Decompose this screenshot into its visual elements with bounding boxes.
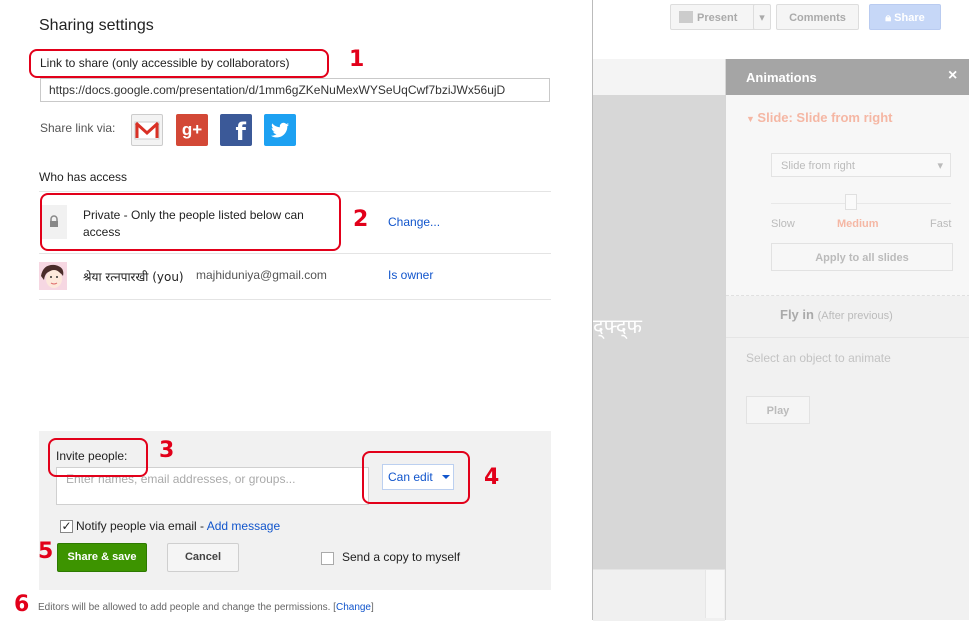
animation-list-item[interactable]: Fly in (After previous) — [780, 307, 893, 322]
annotation-number-6: 6 — [14, 592, 30, 617]
present-button[interactable]: Present — [670, 4, 758, 30]
present-label: Present — [697, 12, 738, 24]
slide-text: द्फ्द्फ — [593, 314, 642, 338]
divider — [39, 191, 551, 192]
close-icon[interactable]: × — [948, 67, 957, 85]
selected-animation-title[interactable]: ▼ Slide: Slide from right — [746, 110, 893, 125]
divider — [39, 299, 551, 300]
play-icon — [679, 11, 693, 23]
avatar — [39, 262, 67, 290]
speed-fast-label: Fast — [930, 218, 952, 230]
avatar-face-graphic — [39, 262, 67, 290]
animations-title: Animations — [746, 70, 817, 85]
twitter-bird-graphic — [271, 122, 289, 138]
owner-name: श्रेया रत्नपारखी (you) — [83, 270, 184, 284]
divider — [726, 337, 969, 338]
annotation-number-5: 5 — [38, 539, 54, 564]
annotation-number-1: 1 — [349, 47, 365, 72]
annotation-box-3 — [48, 438, 148, 477]
notify-text: Notify people via email - — [76, 519, 207, 533]
facebook-icon[interactable]: f — [220, 114, 252, 146]
cancel-button[interactable]: Cancel — [167, 543, 239, 572]
fly-in-label: Fly in — [780, 307, 814, 322]
lock-icon: 🔒︎ — [885, 12, 895, 24]
share-link-field[interactable]: https://docs.google.com/presentation/d/1… — [40, 78, 550, 102]
notes-scrollbar[interactable] — [705, 570, 724, 618]
fly-in-trigger: (After previous) — [817, 310, 893, 322]
owner-email: majhiduniya@gmail.com — [196, 268, 327, 282]
divider — [39, 253, 551, 254]
present-dropdown-button[interactable]: ▾ — [753, 4, 771, 30]
animations-header: Animations × — [726, 59, 969, 95]
annotation-number-3: 3 — [159, 438, 175, 463]
footer-note: Editors will be allowed to add people an… — [38, 602, 374, 613]
animations-panel: Animations × ▼ Slide: Slide from right S… — [725, 59, 969, 620]
play-button[interactable]: Play — [746, 396, 810, 424]
owner-role-link[interactable]: Is owner — [388, 268, 433, 282]
animation-type-dropdown[interactable]: Slide from right ▾ — [771, 153, 951, 177]
chevron-down-icon: ▾ — [759, 12, 765, 24]
chevron-down-icon: ▼ — [746, 114, 758, 124]
share-button[interactable]: 🔒︎ Share — [869, 4, 941, 30]
footer-note-text: Editors will be allowed to add people an… — [38, 602, 331, 613]
change-access-link[interactable]: Change... — [388, 215, 440, 229]
share-label: Share — [894, 12, 925, 24]
speed-slider-track[interactable] — [771, 203, 951, 204]
chevron-down-icon: ▾ — [937, 160, 943, 172]
who-has-access-heading: Who has access — [39, 170, 128, 184]
background-app: Present ▾ Comments 🔒︎ Share द्फ्द्फ Anim… — [593, 0, 969, 621]
share-via-label: Share link via: — [40, 121, 116, 135]
app-toolbar: Present ▾ Comments 🔒︎ Share — [593, 0, 969, 36]
apply-to-all-button[interactable]: Apply to all slides — [771, 243, 953, 271]
send-copy-checkbox[interactable] — [321, 552, 334, 565]
notify-checkbox[interactable]: ✓ — [60, 520, 73, 533]
select-object-hint: Select an object to animate — [746, 351, 891, 365]
google-plus-icon[interactable]: g+ — [176, 114, 208, 146]
canvas-top-strip — [593, 59, 725, 95]
speed-medium-label: Medium — [837, 218, 879, 230]
gmail-envelope-graphic — [134, 121, 160, 140]
footer-change-link[interactable]: Change — [336, 602, 371, 613]
gmail-icon[interactable] — [131, 114, 163, 146]
animation-detail-section: ▼ Slide: Slide from right Slide from rig… — [726, 95, 969, 296]
send-copy-label: Send a copy to myself — [342, 550, 461, 564]
speed-slow-label: Slow — [771, 218, 795, 230]
speed-slider-handle[interactable] — [845, 194, 857, 210]
notify-label: Notify people via email - Add message — [76, 519, 280, 533]
share-and-save-button[interactable]: Share & save — [57, 543, 147, 572]
dialog-title: Sharing settings — [39, 17, 154, 34]
selected-animation-label: Slide: Slide from right — [757, 110, 893, 125]
sharing-settings-dialog: Sharing settings Link to share (only acc… — [0, 0, 593, 620]
annotation-number-4: 4 — [484, 465, 500, 490]
twitter-icon[interactable] — [264, 114, 296, 146]
annotation-box-2 — [40, 193, 341, 251]
add-message-link[interactable]: Add message — [207, 519, 280, 533]
annotation-box-4 — [362, 451, 470, 504]
comments-button[interactable]: Comments — [776, 4, 859, 30]
annotation-box-1 — [29, 49, 329, 78]
animation-type-value: Slide from right — [781, 160, 855, 172]
annotation-number-2: 2 — [353, 207, 369, 232]
